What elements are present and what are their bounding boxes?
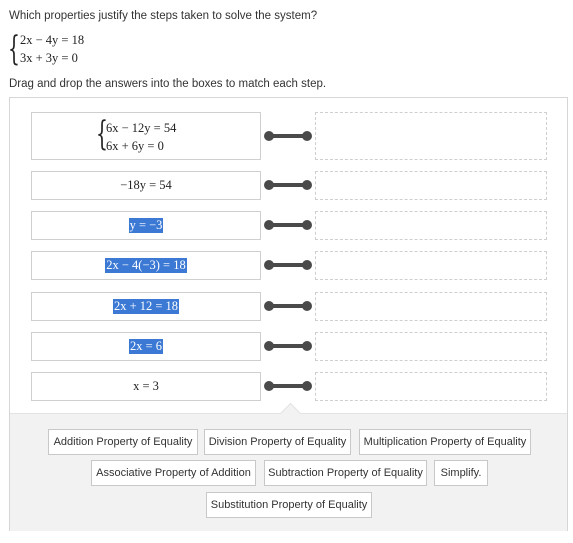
answer-chip-substitution-property[interactable]: Substitution Property of Equality xyxy=(206,492,372,518)
step-5-equation: 2x + 12 = 18 xyxy=(112,299,180,314)
answer-chip-multiplication-property[interactable]: Multiplication Property of Equality xyxy=(359,429,531,455)
drop-target-5[interactable] xyxy=(315,292,547,321)
step-7-equation: x = 3 xyxy=(133,379,159,393)
system-equation-2: 3x + 3y = 0 xyxy=(20,51,78,65)
step-2-equation: −18y = 54 xyxy=(120,178,172,192)
step-4-equation: 2x − 4(−3) = 18 xyxy=(105,258,187,273)
answer-chip-simplify[interactable]: Simplify. xyxy=(434,460,488,486)
instructions-text: Drag and drop the answers into the boxes… xyxy=(9,78,327,90)
step-box-3: y = −3 xyxy=(31,211,261,240)
step-box-2: −18y = 54 xyxy=(31,171,261,200)
step-1-equation-2: 6x + 6y = 0 xyxy=(106,139,164,153)
drop-target-3[interactable] xyxy=(315,211,547,240)
drop-target-7[interactable] xyxy=(315,372,547,401)
answer-chip-addition-property[interactable]: Addition Property of Equality xyxy=(48,429,198,455)
drop-target-6[interactable] xyxy=(315,332,547,361)
connector-1 xyxy=(264,131,312,141)
drag-drop-panel: { 6x − 12y = 54 6x + 6y = 0 −18y = 54 y … xyxy=(9,97,568,531)
drop-target-4[interactable] xyxy=(315,251,547,280)
connector-3 xyxy=(264,220,312,230)
connector-7 xyxy=(264,381,312,391)
step-1-equation-1: 6x − 12y = 54 xyxy=(106,121,177,135)
step-box-5: 2x + 12 = 18 xyxy=(31,292,261,321)
step-box-4: 2x − 4(−3) = 18 xyxy=(31,251,261,280)
step-box-7: x = 3 xyxy=(31,372,261,401)
bank-pointer xyxy=(279,402,302,425)
answer-chip-associative-property[interactable]: Associative Property of Addition xyxy=(91,460,256,486)
answer-chip-subtraction-property[interactable]: Subtraction Property of Equality xyxy=(264,460,427,486)
step-6-equation: 2x = 6 xyxy=(128,339,164,354)
drop-target-1[interactable] xyxy=(315,112,547,160)
connector-2 xyxy=(264,180,312,190)
answer-bank: Addition Property of Equality Division P… xyxy=(10,402,567,531)
drop-target-2[interactable] xyxy=(315,171,547,200)
connector-5 xyxy=(264,301,312,311)
system-equation-1: 2x − 4y = 18 xyxy=(20,33,85,47)
step-1-system: { 6x − 12y = 54 6x + 6y = 0 xyxy=(96,114,196,156)
connector-4 xyxy=(264,260,312,270)
answer-chip-division-property[interactable]: Division Property of Equality xyxy=(204,429,351,455)
step-box-1: { 6x − 12y = 54 6x + 6y = 0 xyxy=(31,112,261,160)
step-box-6: 2x = 6 xyxy=(31,332,261,361)
brace-symbol: { xyxy=(8,29,20,69)
question-text: Which properties justify the steps taken… xyxy=(9,10,318,22)
connector-6 xyxy=(264,341,312,351)
step-3-equation: y = −3 xyxy=(128,218,164,233)
